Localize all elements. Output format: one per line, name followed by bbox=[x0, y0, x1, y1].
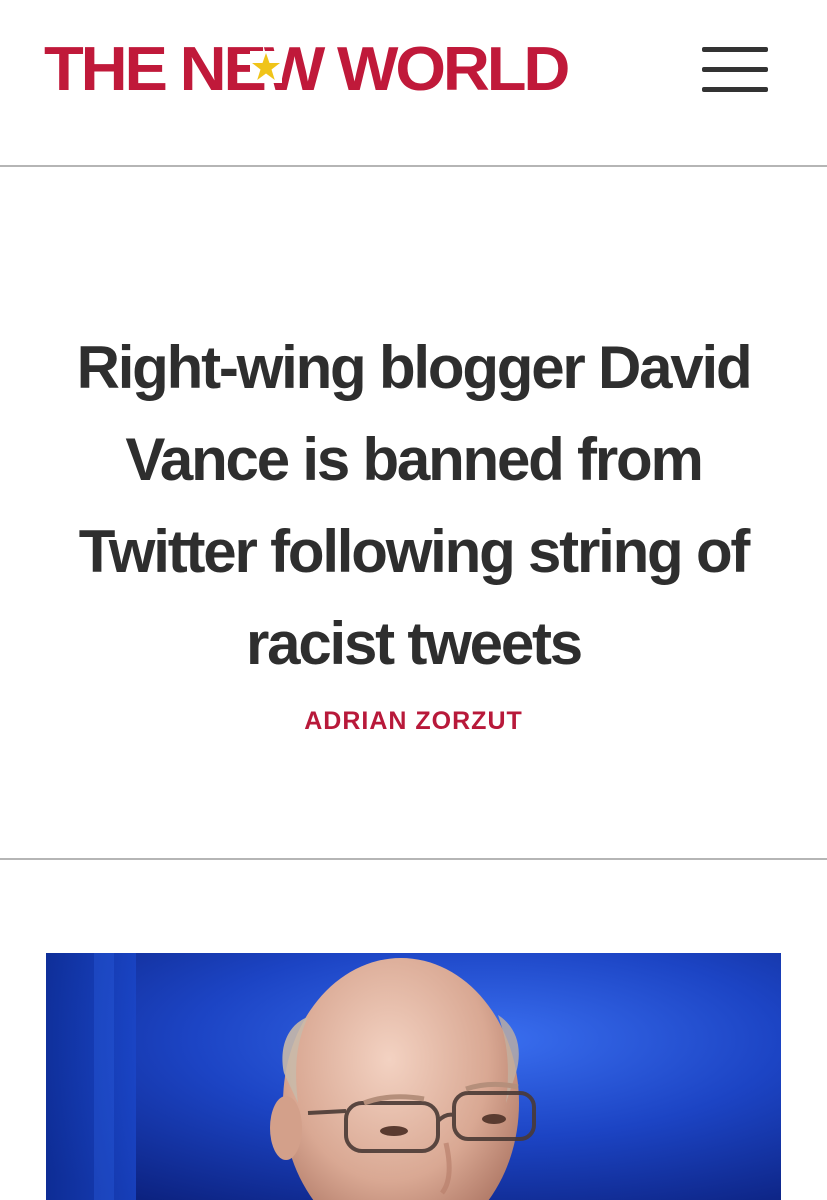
site-logo[interactable]: THE NEW WORLD bbox=[44, 34, 570, 106]
logo-text: THE NEW WORLD bbox=[44, 35, 570, 104]
article-photo bbox=[46, 953, 781, 1200]
hamburger-menu-icon[interactable] bbox=[702, 47, 768, 93]
star-icon bbox=[250, 51, 282, 83]
menu-bar-top bbox=[702, 47, 768, 52]
article-headline: Right-wing blogger David Vance is banned… bbox=[76, 334, 753, 677]
photo-illustration bbox=[46, 953, 781, 1200]
article-byline[interactable]: ADRIAN ZORZUT bbox=[0, 707, 827, 736]
site-header: THE NEW WORLD bbox=[0, 0, 827, 167]
article-header: Right-wing blogger David Vance is banned… bbox=[0, 167, 827, 860]
menu-bar-middle bbox=[702, 67, 768, 72]
menu-bar-bottom bbox=[702, 87, 768, 92]
